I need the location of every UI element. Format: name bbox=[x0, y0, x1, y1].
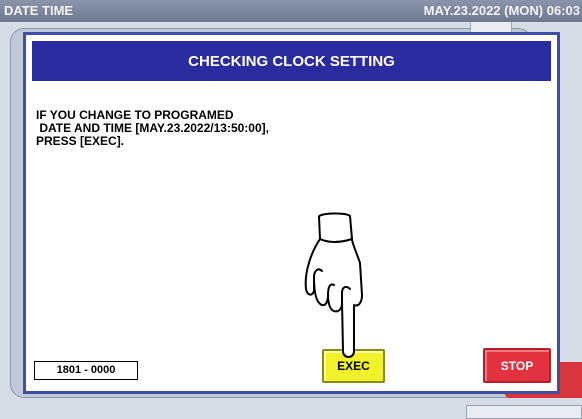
dialog-title: CHECKING CLOCK SETTING bbox=[32, 41, 551, 81]
message-code: 1801 - 0000 bbox=[34, 361, 138, 380]
stop-button[interactable]: STOP bbox=[483, 348, 551, 383]
background-field bbox=[466, 405, 582, 419]
clock-setting-dialog: CHECKING CLOCK SETTING IF YOU CHANGE TO … bbox=[23, 32, 560, 394]
status-bar: DATE TIME MAY.23.2022 (MON) 06:03 bbox=[0, 0, 582, 22]
exec-button[interactable]: EXEC bbox=[322, 349, 385, 383]
screen-title: DATE TIME bbox=[4, 3, 74, 18]
clock-display: MAY.23.2022 (MON) 06:03 bbox=[423, 3, 580, 18]
dialog-message: IF YOU CHANGE TO PROGRAMED DATE AND TIME… bbox=[36, 108, 269, 148]
